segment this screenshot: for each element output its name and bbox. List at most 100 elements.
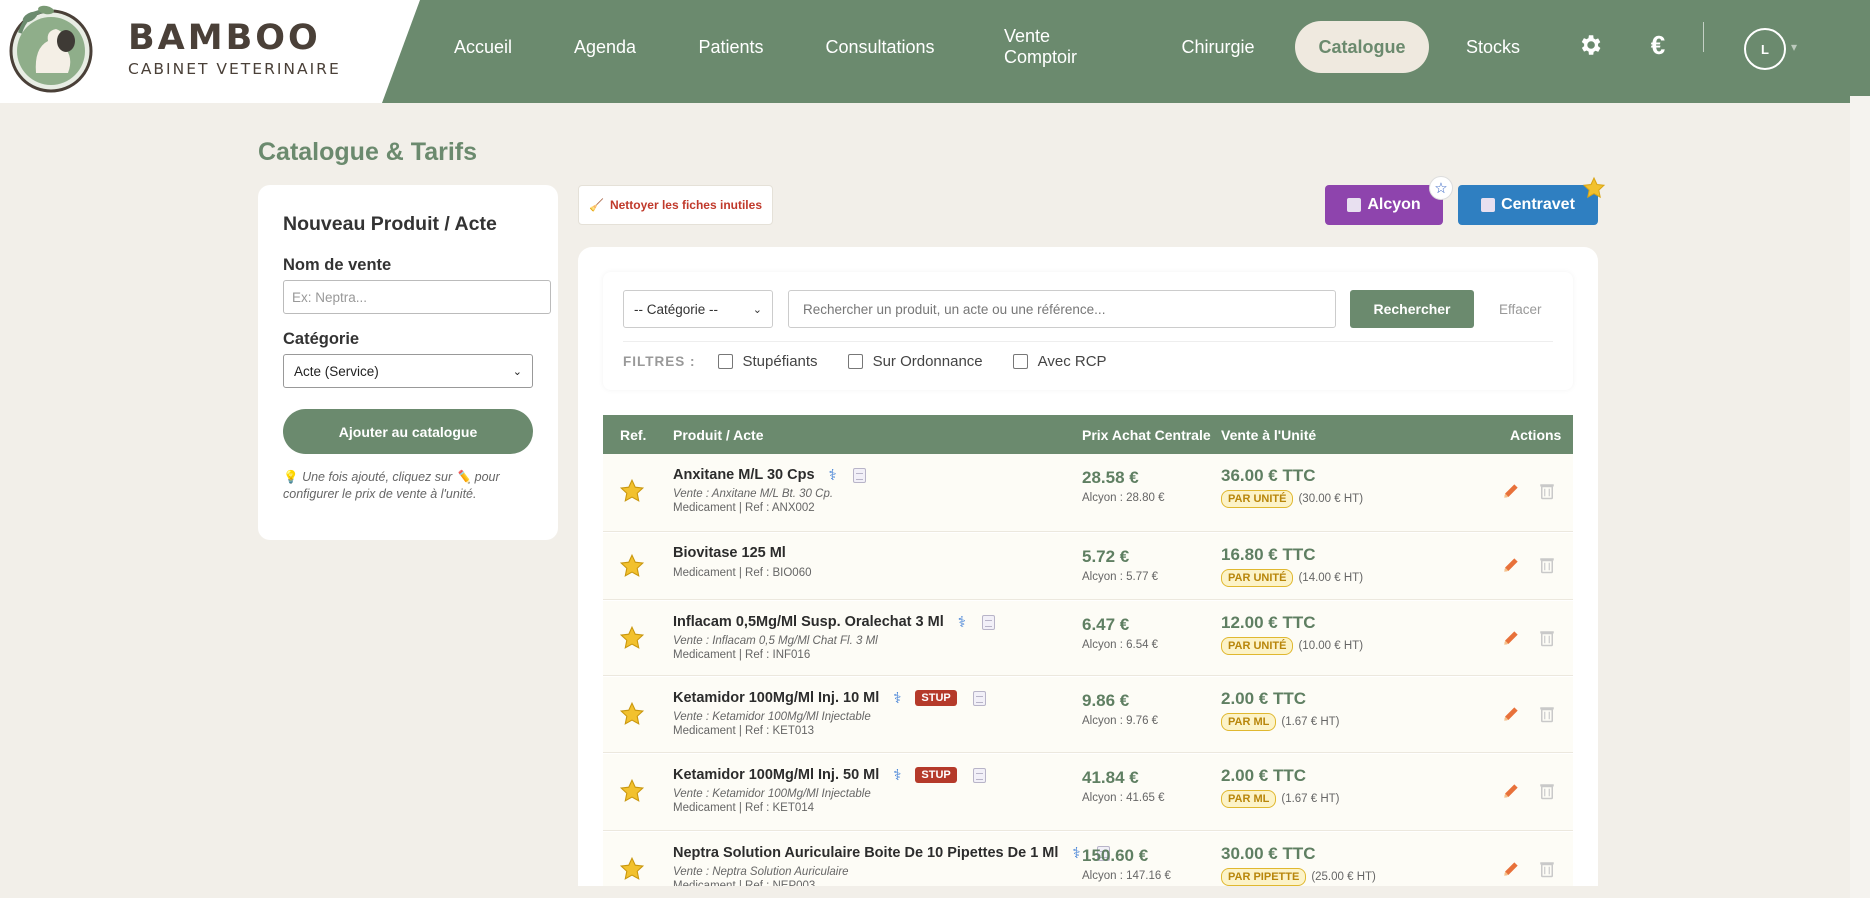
euro-icon[interactable]: € xyxy=(1641,28,1675,62)
header-buy-price: Prix Achat Centrale xyxy=(1082,427,1211,443)
trash-icon[interactable] xyxy=(1538,781,1556,801)
nav-consultations[interactable]: Consultations xyxy=(806,21,954,73)
checkbox[interactable] xyxy=(1012,354,1028,369)
star-filled-icon[interactable] xyxy=(619,625,645,651)
product-name[interactable]: Inflacam 0,5Mg/Ml Susp. Oralechat 3 Ml ⚕ xyxy=(673,613,995,631)
edit-icon[interactable] xyxy=(1501,704,1521,724)
document-icon[interactable] xyxy=(972,767,986,783)
buy-price: 28.58 € xyxy=(1082,468,1139,487)
category-select[interactable]: Acte (Service) ⌄ xyxy=(283,354,533,388)
product-name[interactable]: Ketamidor 100Mg/Ml Inj. 50 Ml ⚕ STUP xyxy=(673,766,986,784)
add-to-catalogue-button[interactable]: Ajouter au catalogue xyxy=(283,409,533,454)
nav-accueil[interactable]: Accueil xyxy=(431,21,535,73)
nav-agenda[interactable]: Agenda xyxy=(552,21,658,73)
header-divider xyxy=(1703,22,1704,52)
star-filled-icon[interactable] xyxy=(1582,176,1606,200)
bottom-overflow xyxy=(258,886,1598,898)
alcyon-label: Alcyon xyxy=(1367,196,1421,213)
product-sale-name: Vente : Inflacam 0,5 Mg/Ml Chat Fl. 3 Ml xyxy=(673,635,878,647)
scrollbar[interactable] xyxy=(1850,96,1870,898)
buy-price: 5.72 € xyxy=(1082,547,1130,566)
lightbulb-icon: 💡 xyxy=(283,470,299,484)
sale-name-input[interactable] xyxy=(283,280,551,314)
sell-price: 2.00 € TTC xyxy=(1221,766,1307,785)
filter-stupefiants[interactable]: Stupéfiants xyxy=(717,353,818,370)
new-product-title: Nouveau Produit / Acte xyxy=(283,213,497,235)
sell-price: 12.00 € TTC xyxy=(1221,613,1316,632)
clean-useless-label: Nettoyer les fiches inutiles xyxy=(609,198,762,212)
star-filled-icon[interactable] xyxy=(619,478,645,504)
product-sale-name: Vente : Anxitane M/L Bt. 30 Cp. xyxy=(673,488,834,500)
trash-icon[interactable] xyxy=(1538,628,1556,648)
trash-icon[interactable] xyxy=(1538,481,1556,501)
ht-price: (1.67 € HT) xyxy=(1281,793,1340,805)
filters-label: FILTRES : xyxy=(623,354,696,369)
document-icon[interactable] xyxy=(852,467,866,483)
edit-icon[interactable] xyxy=(1501,481,1521,501)
checkbox[interactable] xyxy=(717,354,733,369)
nav-vente-comptoir[interactable]: Vente Comptoir xyxy=(980,21,1136,73)
unit-line: PAR ML (1.67 € HT) xyxy=(1221,790,1340,808)
product-name-text: Anxitane M/L 30 Cps xyxy=(673,467,815,483)
nav-chirurgie[interactable]: Chirurgie xyxy=(1160,21,1276,73)
product-name[interactable]: Biovitase 125 Ml xyxy=(673,545,786,561)
trash-icon[interactable] xyxy=(1538,555,1556,575)
search-input[interactable] xyxy=(788,290,1336,328)
star-filled-icon[interactable] xyxy=(619,778,645,804)
product-name[interactable]: Anxitane M/L 30 Cps ⚕ xyxy=(673,466,866,484)
star-filled-icon[interactable] xyxy=(619,553,645,579)
sell-price: 16.80 € TTC xyxy=(1221,545,1316,564)
edit-icon[interactable] xyxy=(1501,628,1521,648)
edit-icon[interactable] xyxy=(1501,781,1521,801)
clear-link[interactable]: Effacer xyxy=(1499,290,1542,328)
nav-stocks[interactable]: Stocks xyxy=(1448,21,1538,73)
caduceus-icon: ⚕ xyxy=(957,614,966,631)
product-sale-name: Vente : Ketamidor 100Mg/Ml Injectable xyxy=(673,788,871,800)
sell-price: 36.00 € TTC xyxy=(1221,466,1316,485)
table-row: Anxitane M/L 30 Cps ⚕ Vente : Anxitane M/L… xyxy=(603,454,1573,532)
search-button[interactable]: Rechercher xyxy=(1350,290,1474,328)
clean-useless-button[interactable]: 🧹 Nettoyer les fiches inutiles xyxy=(578,185,773,225)
chevron-down-icon[interactable]: ▾ xyxy=(1791,40,1797,54)
checkbox[interactable] xyxy=(847,354,863,369)
star-outline-icon[interactable]: ☆ xyxy=(1429,176,1453,200)
filter-rcp[interactable]: Avec RCP xyxy=(1012,353,1107,370)
product-sale-name: Vente : Neptra Solution Auriculaire xyxy=(673,866,849,878)
document-icon[interactable] xyxy=(981,614,995,630)
caduceus-icon: ⚕ xyxy=(893,690,902,707)
product-name-text: Ketamidor 100Mg/Ml Inj. 10 Ml xyxy=(673,690,880,706)
trash-icon[interactable] xyxy=(1538,704,1556,724)
alcyon-price: Alcyon : 147.16 € xyxy=(1082,870,1171,882)
sell-price: 30.00 € TTC xyxy=(1221,844,1316,863)
nav-catalogue[interactable]: Catalogue xyxy=(1295,21,1429,73)
category-filter-select[interactable]: -- Catégorie -- ⌄ xyxy=(623,290,773,328)
unit-line: PAR UNITÉ (30.00 € HT) xyxy=(1221,490,1363,508)
star-filled-icon[interactable] xyxy=(619,856,645,882)
document-icon[interactable] xyxy=(972,690,986,706)
ht-price: (1.67 € HT) xyxy=(1281,716,1340,728)
table-row: Ketamidor 100Mg/Ml Inj. 10 Ml ⚕ STUP Vente … xyxy=(603,677,1573,753)
product-name-text: Biovitase 125 Ml xyxy=(673,545,786,561)
edit-icon[interactable] xyxy=(1501,859,1521,879)
brand-subtitle: CABINET VETERINAIRE xyxy=(128,60,341,78)
caduceus-icon: ⚕ xyxy=(1072,845,1081,862)
stup-badge: STUP xyxy=(915,767,957,783)
star-filled-icon[interactable] xyxy=(619,701,645,727)
unit-line: PAR UNITÉ (10.00 € HT) xyxy=(1221,637,1363,655)
new-product-panel: Nouveau Produit / Acte Nom de vente Caté… xyxy=(258,185,558,540)
product-name[interactable]: Ketamidor 100Mg/Ml Inj. 10 Ml ⚕ STUP xyxy=(673,689,986,707)
alcyon-price: Alcyon : 5.77 € xyxy=(1082,571,1159,583)
buy-price: 9.86 € xyxy=(1082,691,1130,710)
edit-icon[interactable] xyxy=(1501,555,1521,575)
nav-patients[interactable]: Patients xyxy=(680,21,782,73)
product-meta: Medicament | Ref : ANX002 xyxy=(673,502,815,514)
avatar[interactable]: L xyxy=(1744,28,1786,70)
filter-ordonnance[interactable]: Sur Ordonnance xyxy=(847,353,983,370)
search-box: -- Catégorie -- ⌄ Rechercher Effacer FIL… xyxy=(603,272,1573,390)
centravet-button[interactable]: Centravet xyxy=(1458,176,1606,225)
gear-icon[interactable] xyxy=(1573,28,1607,62)
trash-icon[interactable] xyxy=(1538,859,1556,879)
divider xyxy=(623,341,1553,342)
alcyon-button[interactable]: Alcyon ☆ xyxy=(1325,176,1453,225)
product-name[interactable]: Neptra Solution Auriculaire Boite De 10 … xyxy=(673,844,1110,862)
